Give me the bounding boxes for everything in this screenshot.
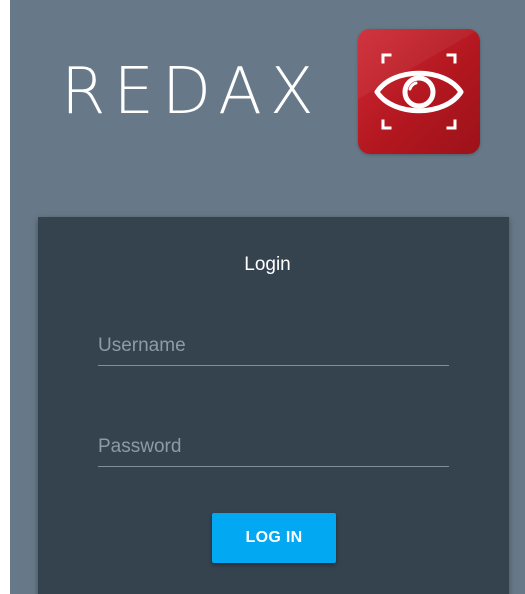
login-screen: REDAX Login LOG IN (10, 0, 525, 594)
login-button[interactable]: LOG IN (212, 513, 336, 563)
login-title: Login (244, 254, 291, 275)
password-input[interactable] (98, 427, 449, 467)
username-input[interactable] (98, 326, 449, 366)
brand-wordmark: REDAX (61, 55, 322, 129)
username-field (98, 326, 449, 366)
brand-logo (358, 29, 480, 154)
eye-scan-icon (358, 29, 480, 130)
password-field (98, 427, 449, 467)
